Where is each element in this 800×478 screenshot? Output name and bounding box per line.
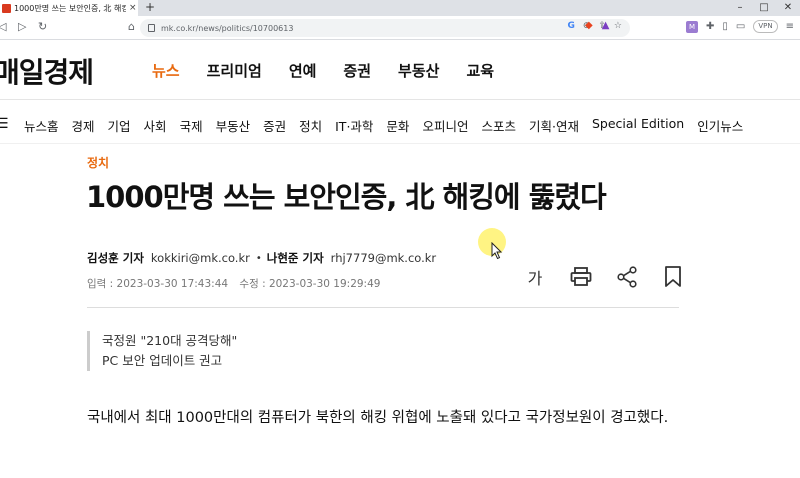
main-nav-education[interactable]: 교육 (466, 60, 494, 81)
puzzle-icon[interactable]: ✚ (706, 21, 714, 32)
print-icon[interactable] (558, 265, 604, 289)
summary-line: 국정원 "210대 공격당해" (102, 333, 238, 348)
bookmark-page-icon[interactable]: ⌂ (128, 19, 135, 35)
bookmark-icon[interactable] (650, 265, 696, 289)
tab-close-icon[interactable]: × (129, 3, 137, 13)
article-byline: 김성훈 기자 kokkiri@mk.co.kr • 나현준 기자 rhj7779… (87, 250, 442, 266)
bookmark-icon-svg (665, 266, 681, 287)
font-size-button[interactable]: 가 (512, 265, 558, 289)
sub-nav-item[interactable]: 스포츠 (481, 116, 516, 135)
sub-nav-item[interactable]: 뉴스홈 (24, 116, 59, 135)
sub-nav-item[interactable]: 문화 (386, 116, 409, 135)
sub-nav-item[interactable]: 국제 (180, 116, 203, 135)
maximize-icon[interactable]: □ (752, 0, 776, 15)
menu-icon[interactable]: ≡ (786, 21, 794, 32)
sub-nav-item[interactable]: 경제 (72, 116, 95, 135)
window-controls: – □ ✕ (728, 0, 800, 15)
extension-icons: ◆ ▲ (585, 20, 609, 31)
sub-nav-item[interactable]: Special Edition (592, 116, 684, 135)
forward-icon[interactable]: ▷ (18, 19, 26, 35)
reporter-email[interactable]: rhj7779@mk.co.kr (331, 251, 437, 265)
browser-toolbar: ◁ ▷ ↻ ⌂ mk.co.kr/news/politics/10700613 … (0, 16, 800, 40)
sub-nav-item[interactable]: 기업 (108, 116, 131, 135)
toolbar-right: M ✚ ▯ ▭ VPN ≡ (686, 20, 794, 33)
brave-shield-icon[interactable]: ◆ (585, 20, 593, 31)
main-nav-stocks[interactable]: 증권 (343, 60, 371, 81)
url-text[interactable]: mk.co.kr/news/politics/10700613 (161, 24, 293, 33)
article-category[interactable]: 정치 (87, 154, 109, 171)
sub-nav: ☰ 뉴스홈 경제 기업 사회 국제 부동산 증권 정치 IT·과학 문화 오피니… (0, 104, 800, 144)
new-tab-button[interactable]: + (145, 0, 155, 15)
sub-nav-item[interactable]: 기획·연재 (529, 116, 579, 135)
article-dates: 입력 : 2023-03-30 17:43:44 수정 : 2023-03-30… (87, 276, 380, 291)
hamburger-menu-icon[interactable]: ☰ (0, 116, 9, 132)
summary-line: PC 보안 업데이트 권고 (102, 353, 223, 368)
sub-nav-item[interactable]: 정치 (299, 116, 322, 135)
reload-icon[interactable]: ↻ (38, 19, 47, 35)
site-header: 매일경제 뉴스 프리미엄 연예 증권 부동산 교육 (0, 40, 800, 100)
mouse-cursor-icon (491, 242, 503, 260)
published-date: 입력 : 2023-03-30 17:43:44 (87, 278, 229, 290)
share-icon[interactable] (604, 265, 650, 289)
article-divider (87, 307, 679, 308)
address-bar[interactable]: mk.co.kr/news/politics/10700613 G ⊕ ⇪ ☆ (140, 19, 630, 37)
main-nav-realestate[interactable]: 부동산 (398, 60, 439, 81)
browser-tab[interactable]: 1000만명 쓰는 보안인증, 北 해킹 × (0, 0, 138, 16)
sub-nav-item[interactable]: 부동산 (216, 116, 251, 135)
site-logo[interactable]: 매일경제 (0, 51, 94, 91)
sub-nav-item[interactable]: IT·과학 (335, 116, 373, 135)
main-nav-premium[interactable]: 프리미엄 (207, 60, 262, 81)
share-icon-svg (617, 266, 637, 288)
article-tools: 가 (512, 265, 696, 289)
sub-nav-item[interactable]: 증권 (263, 116, 286, 135)
wallet-icon[interactable]: ▭ (736, 21, 745, 32)
minimize-icon[interactable]: – (728, 0, 752, 15)
article-headline: 1000만명 쓰는 보안인증, 北 해킹에 뚫렸다 (86, 180, 607, 214)
close-window-icon[interactable]: ✕ (776, 0, 800, 15)
byline-separator: • (255, 252, 262, 264)
rewards-icon[interactable]: ▲ (602, 20, 610, 31)
print-icon-svg (570, 267, 592, 286)
vpn-button[interactable]: VPN (753, 20, 778, 33)
reporter-name[interactable]: 김성훈 기자 (87, 250, 144, 266)
lock-icon (148, 24, 155, 32)
article-summary: 국정원 "210대 공격당해" PC 보안 업데이트 권고 (87, 331, 237, 371)
sidebar-icon[interactable]: ▯ (722, 21, 728, 32)
google-icon[interactable]: G (567, 21, 574, 31)
modified-date: 수정 : 2023-03-30 19:29:49 (239, 278, 381, 290)
back-icon[interactable]: ◁ (0, 19, 6, 35)
main-nav: 뉴스 프리미엄 연예 증권 부동산 교육 (152, 60, 521, 81)
sub-nav-item[interactable]: 사회 (144, 116, 167, 135)
sub-nav-item[interactable]: 인기뉴스 (697, 116, 743, 135)
site-favicon-icon (2, 3, 11, 13)
star-icon[interactable]: ☆ (614, 21, 622, 31)
main-nav-news[interactable]: 뉴스 (152, 60, 180, 81)
sub-nav-items: 뉴스홈 경제 기업 사회 국제 부동산 증권 정치 IT·과학 문화 오피니언 … (24, 116, 756, 135)
browser-tabstrip: 1000만명 쓰는 보안인증, 北 해킹 × + – □ ✕ (0, 0, 800, 16)
sub-nav-item[interactable]: 오피니언 (422, 116, 468, 135)
main-nav-entertainment[interactable]: 연예 (289, 60, 317, 81)
article-body: 국내에서 최대 1000만대의 컴퓨터가 북한의 해킹 위협에 노출돼 있다고 … (87, 410, 669, 426)
tab-title: 1000만명 쓰는 보안인증, 北 해킹 (14, 3, 126, 13)
reporter-name[interactable]: 나현준 기자 (267, 250, 324, 266)
extension-m-icon[interactable]: M (686, 20, 698, 33)
reporter-email[interactable]: kokkiri@mk.co.kr (151, 251, 250, 265)
